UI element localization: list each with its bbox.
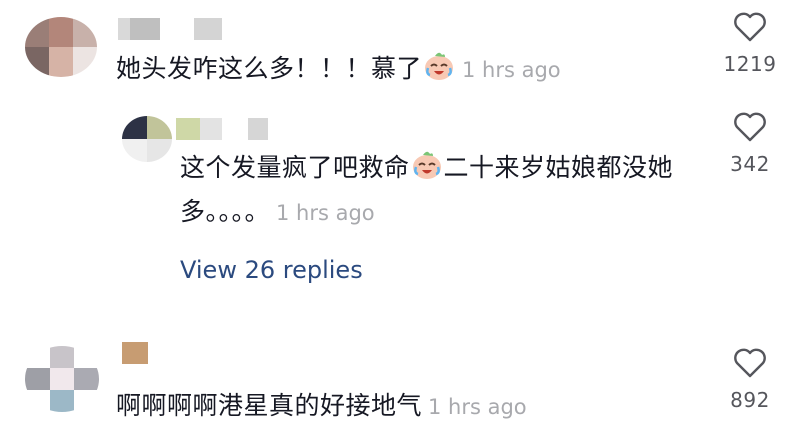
- comment-body-line1b: 二十来岁姑娘都没她: [443, 153, 674, 182]
- comment-item: 她头发咋这么多！！！慕了 1 hrs ago 1219: [0, 0, 800, 100]
- timestamp: 1 hrs ago: [276, 201, 375, 225]
- like-button[interactable]: 342: [718, 112, 782, 176]
- view-replies-link[interactable]: View 26 replies: [180, 256, 363, 284]
- timestamp: 1 hrs ago: [462, 58, 561, 82]
- heart-icon[interactable]: [733, 112, 767, 142]
- comment-item: 啊啊啊啊港星真的好接地气 1 hrs ago 892: [0, 330, 800, 442]
- like-button[interactable]: 892: [718, 348, 782, 412]
- like-count: 892: [730, 388, 770, 412]
- username-blurred[interactable]: [122, 342, 148, 364]
- avatar[interactable]: [122, 116, 172, 162]
- like-button[interactable]: 1219: [718, 12, 782, 76]
- avatar[interactable]: [25, 17, 97, 77]
- comment-text: 她头发咋这么多！！！慕了 1 hrs ago: [116, 47, 561, 92]
- username-blurred[interactable]: [118, 18, 222, 40]
- crying-laughing-emoji-icon: [412, 151, 441, 179]
- like-count: 1219: [723, 52, 777, 76]
- username-blurred[interactable]: [176, 118, 268, 140]
- reply-item: 这个发量疯了吧救命 二十来岁姑娘都没她 多。。。。 1 hrs ago View …: [0, 100, 800, 320]
- avatar[interactable]: [25, 346, 99, 412]
- comment-body: 她头发咋这么多！！！慕了: [116, 54, 423, 83]
- heart-icon[interactable]: [733, 12, 767, 42]
- comment-text: 啊啊啊啊港星真的好接地气 1 hrs ago: [116, 384, 527, 429]
- comment-body-line2: 多。。。。: [180, 197, 271, 226]
- timestamp: 1 hrs ago: [428, 395, 527, 419]
- comment-body-line1: 这个发量疯了吧救命: [180, 153, 410, 182]
- comment-text: 这个发量疯了吧救命 二十来岁姑娘都没她: [180, 146, 673, 190]
- comment-text-line2: 多。。。。 1 hrs ago: [180, 190, 375, 235]
- heart-icon[interactable]: [733, 348, 767, 378]
- comment-body: 啊啊啊啊港星真的好接地气: [116, 391, 423, 420]
- like-count: 342: [730, 152, 770, 176]
- crying-laughing-emoji-icon: [425, 52, 454, 80]
